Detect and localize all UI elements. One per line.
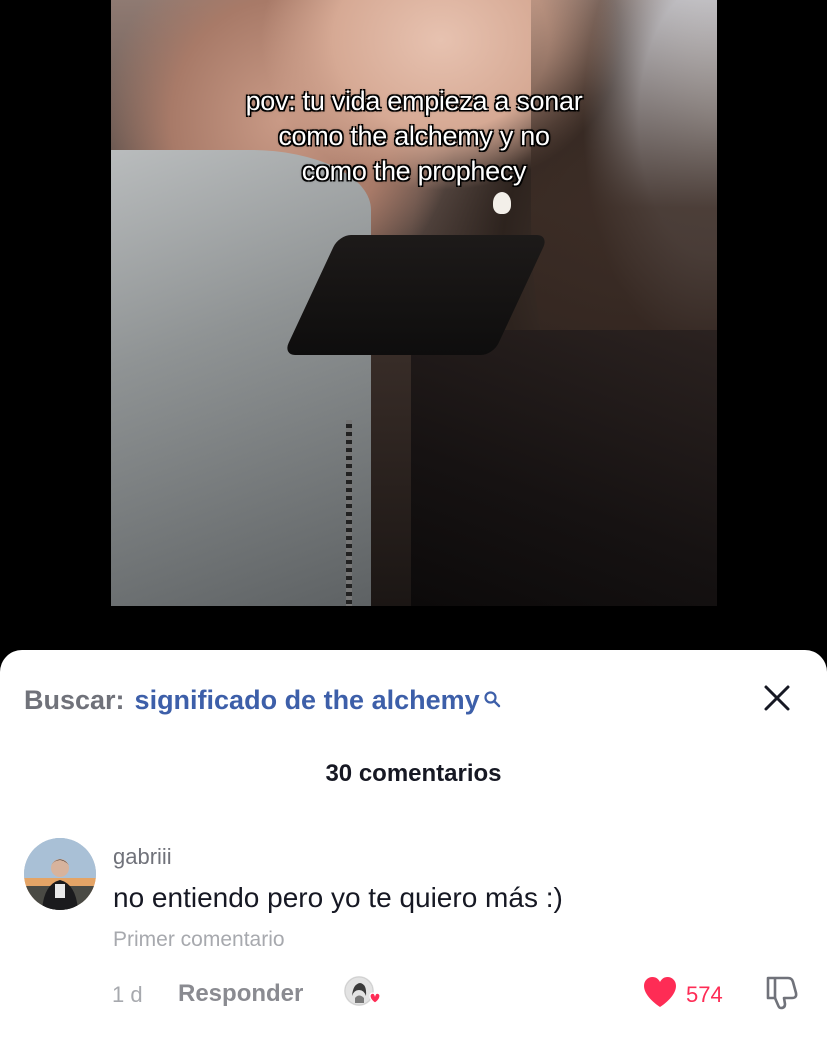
video-scene-jacket	[111, 150, 371, 606]
close-icon[interactable]	[763, 684, 791, 712]
comments-count-title: 30 comentarios	[325, 760, 502, 787]
caption-line: como the prophecy	[301, 156, 527, 186]
comment-age: 1 d	[112, 982, 143, 1007]
video-caption-overlay: pov: tu vida empieza a sonar como the al…	[111, 84, 717, 189]
related-search-suggestion[interactable]: Buscar: significado de the alchemy	[24, 680, 501, 720]
search-query-link[interactable]: significado de the alchemy	[135, 685, 480, 716]
video-scene-earring	[493, 192, 511, 214]
comment-username[interactable]: gabriii	[113, 844, 172, 870]
reply-button[interactable]: Responder	[178, 980, 303, 1008]
caption-line: como the alchemy y no	[278, 121, 550, 151]
heart-icon[interactable]	[642, 976, 678, 1008]
dislike-icon[interactable]	[764, 974, 798, 1010]
search-prefix-label: Buscar:	[24, 684, 125, 715]
search-icon	[483, 684, 501, 708]
caption-line: pov: tu vida empieza a sonar	[245, 86, 583, 116]
video-scene-zipper	[346, 420, 352, 606]
comments-sheet: Buscar: significado de the alchemy 30 co…	[0, 650, 827, 1038]
like-count: 574	[686, 982, 723, 1007]
app-screen: pov: tu vida empieza a sonar como the al…	[0, 0, 827, 1038]
comment-actions: 1 d Responder 574	[0, 974, 827, 1014]
first-comment-label: Primer comentario	[113, 928, 285, 951]
video-scene-jacket-dark	[411, 330, 717, 606]
creator-liked-badge	[344, 976, 381, 1006]
comment-text: no entiendo pero yo te quiero más :)	[113, 882, 563, 913]
video-player[interactable]: pov: tu vida empieza a sonar como the al…	[111, 0, 717, 606]
avatar[interactable]	[24, 838, 96, 910]
